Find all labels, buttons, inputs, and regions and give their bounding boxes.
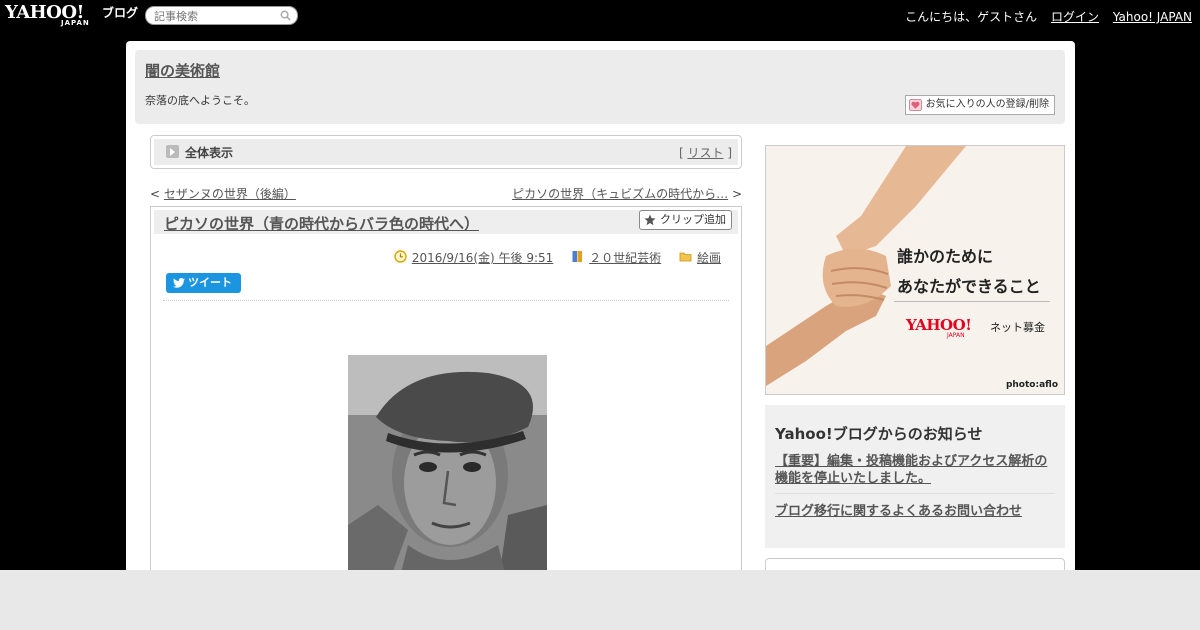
category-link[interactable]: ２０世紀芸術 — [589, 251, 661, 265]
clip-button-label: クリップ追加 — [660, 213, 726, 226]
service-name[interactable]: ブログ — [102, 4, 138, 21]
page-container: 闇の美術館 奈落の底へようこそ。 お気に入りの人の登録/削除 全体表示 [ リス… — [126, 41, 1075, 570]
ad-campaign-label: ネット募金 — [990, 321, 1045, 334]
next-article-link[interactable]: ピカソの世界（キュビズムの時代から… — [512, 187, 728, 201]
folder-icon — [679, 252, 692, 262]
list-bracket-open: [ — [678, 146, 684, 160]
yahoo-logo[interactable]: YAHOO! JAPAN — [5, 2, 89, 27]
next-arrow: > — [731, 187, 742, 201]
search-input[interactable] — [154, 9, 274, 23]
view-bar-inner: 全体表示 [ リスト ] — [154, 139, 738, 165]
notice-heading: Yahoo!ブログからのお知らせ — [775, 425, 983, 443]
notice-panel: Yahoo!ブログからのお知らせ 【重要】編集・投稿機能およびアクセス解析の機能… — [765, 405, 1065, 548]
star-icon — [644, 214, 656, 226]
greeting: こんにちは、ゲストさん — [905, 10, 1038, 24]
login-link[interactable]: ログイン — [1051, 10, 1099, 24]
heart-icon — [908, 99, 922, 111]
article-meta: 2016/9/16(金) 午後 9:51 ２０世紀芸術 絵画 — [380, 249, 721, 266]
post-date: 2016/9/16(金) 午後 9:51 — [394, 249, 553, 266]
article-title[interactable]: ピカソの世界（青の時代からバラ色の時代へ） — [164, 213, 479, 234]
ad-line-1: 誰かのために — [897, 247, 994, 266]
tweet-button-label: ツイート — [188, 276, 232, 289]
article-header: ピカソの世界（青の時代からバラ色の時代へ） クリップ追加 — [154, 210, 738, 234]
blog-header: 闇の美術館 奈落の底へようこそ。 お気に入りの人の登録/削除 — [135, 50, 1065, 124]
post-folder: 絵画 — [679, 249, 721, 266]
notice-link-important[interactable]: 【重要】編集・投稿機能およびアクセス解析の機能を停止いたしました。 — [775, 453, 1057, 487]
ad-line-2: あなたができること — [897, 277, 1041, 296]
divider — [163, 300, 729, 301]
yahoo-japan-link[interactable]: Yahoo! JAPAN — [1113, 10, 1192, 24]
user-nav: こんにちは、ゲストさん ログイン Yahoo! JAPAN — [895, 8, 1192, 25]
portrait-image — [348, 355, 547, 570]
logo-sub: JAPAN — [61, 19, 90, 27]
arrow-right-icon — [166, 145, 179, 158]
prev-article: < セザンヌの世界（後編） — [150, 185, 296, 202]
favorite-button-label: お気に入りの人の登録/削除 — [925, 99, 1049, 110]
clip-button[interactable]: クリップ追加 — [639, 210, 732, 230]
article: ピカソの世界（青の時代からバラ色の時代へ） クリップ追加 2016/9/16(金… — [150, 206, 742, 570]
blog-description: 奈落の底へようこそ。 — [145, 94, 255, 107]
twitter-bird-icon — [173, 278, 185, 288]
post-category: ２０世紀芸術 — [571, 249, 661, 266]
hands-image — [766, 146, 1064, 394]
charity-ad-banner[interactable]: 誰かのために あなたができること YAHOO! JAPAN ネット募金 phot… — [765, 145, 1065, 395]
list-toggle: [ リスト ] — [679, 144, 732, 161]
notice-link-faq[interactable]: ブログ移行に関するよくあるお問い合わせ — [775, 500, 1022, 519]
favorite-button[interactable]: お気に入りの人の登録/削除 — [904, 95, 1055, 115]
search-icon[interactable] — [280, 10, 291, 21]
ad-photo-credit: photo:aflo — [1005, 380, 1058, 390]
post-date-link[interactable]: 2016/9/16(金) 午後 9:51 — [412, 251, 553, 265]
book-icon — [572, 251, 583, 262]
tweet-button[interactable]: ツイート — [166, 273, 241, 293]
blog-title[interactable]: 闇の美術館 — [145, 60, 220, 81]
screen: YAHOO! JAPAN ブログ こんにちは、ゲストさん ログイン Yahoo!… — [0, 0, 1200, 570]
prev-article-link[interactable]: セザンヌの世界（後編） — [164, 187, 296, 201]
prev-arrow: < — [150, 187, 161, 201]
list-link[interactable]: リスト — [687, 146, 723, 160]
ad-yahoo-logo-sub: JAPAN — [947, 332, 965, 339]
ad-divider — [894, 301, 1050, 302]
search-box — [145, 6, 298, 25]
top-bar: YAHOO! JAPAN ブログ こんにちは、ゲストさん ログイン Yahoo!… — [0, 0, 1200, 32]
view-bar: 全体表示 [ リスト ] — [150, 135, 742, 169]
article-photo — [348, 355, 547, 570]
sidebar-box — [765, 558, 1065, 570]
clock-icon — [394, 250, 407, 263]
view-all-label[interactable]: 全体表示 — [185, 144, 233, 161]
next-article: ピカソの世界（キュビズムの時代から… > — [512, 185, 742, 202]
notice-divider — [775, 493, 1055, 494]
folder-link[interactable]: 絵画 — [697, 251, 721, 265]
list-bracket-close: ] — [727, 146, 732, 160]
